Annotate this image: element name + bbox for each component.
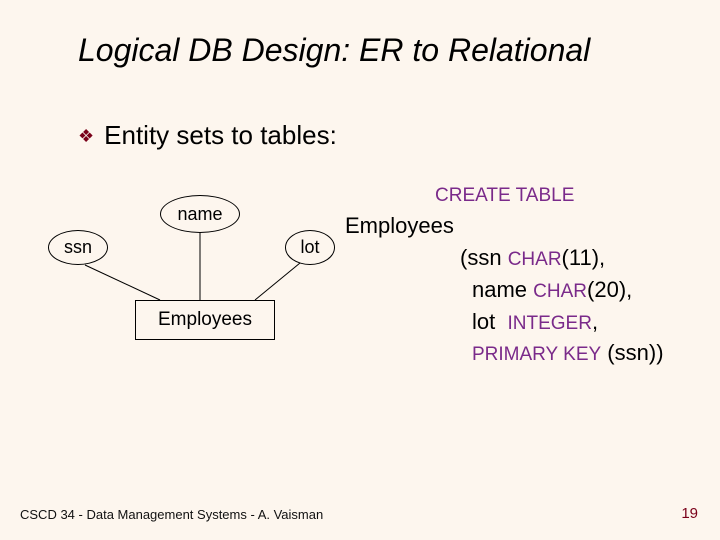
page-number: 19: [681, 505, 698, 522]
sql-code-block: CREATE TABLE Employees (ssn CHAR(11), na…: [345, 178, 664, 369]
sql-keyword-primary-key: PRIMARY KEY: [472, 344, 601, 365]
diamond-bullet-icon: ❖: [78, 127, 94, 145]
sql-col-lot-type: INTEGER: [507, 313, 591, 334]
er-entity-employees: Employees: [135, 300, 275, 340]
sql-col-ssn-type: CHAR: [508, 249, 562, 270]
sql-col-lot-name: lot: [472, 309, 495, 334]
sql-col-lot-args: ,: [592, 309, 598, 334]
er-attribute-lot: lot: [285, 230, 335, 265]
sql-col-ssn-name: ssn: [467, 245, 501, 270]
sql-pk-args: (ssn)): [601, 340, 663, 365]
slide-footer: CSCD 34 - Data Management Systems - A. V…: [20, 507, 323, 522]
slide-title: Logical DB Design: ER to Relational: [78, 32, 590, 69]
sql-col-name-name: name: [472, 277, 527, 302]
bullet-text: Entity sets to tables:: [104, 120, 337, 151]
sql-keyword-create-table: CREATE TABLE: [435, 185, 574, 206]
sql-table-name: Employees: [345, 213, 454, 238]
bullet-item: ❖ Entity sets to tables:: [78, 120, 337, 151]
er-diagram: ssn name lot Employees: [40, 180, 340, 380]
sql-col-ssn-args: (11),: [562, 245, 606, 270]
sql-col-name-args: (20),: [587, 277, 632, 302]
sql-col-name-type: CHAR: [533, 281, 587, 302]
er-attribute-ssn: ssn: [48, 230, 108, 265]
er-attribute-name: name: [160, 195, 240, 233]
